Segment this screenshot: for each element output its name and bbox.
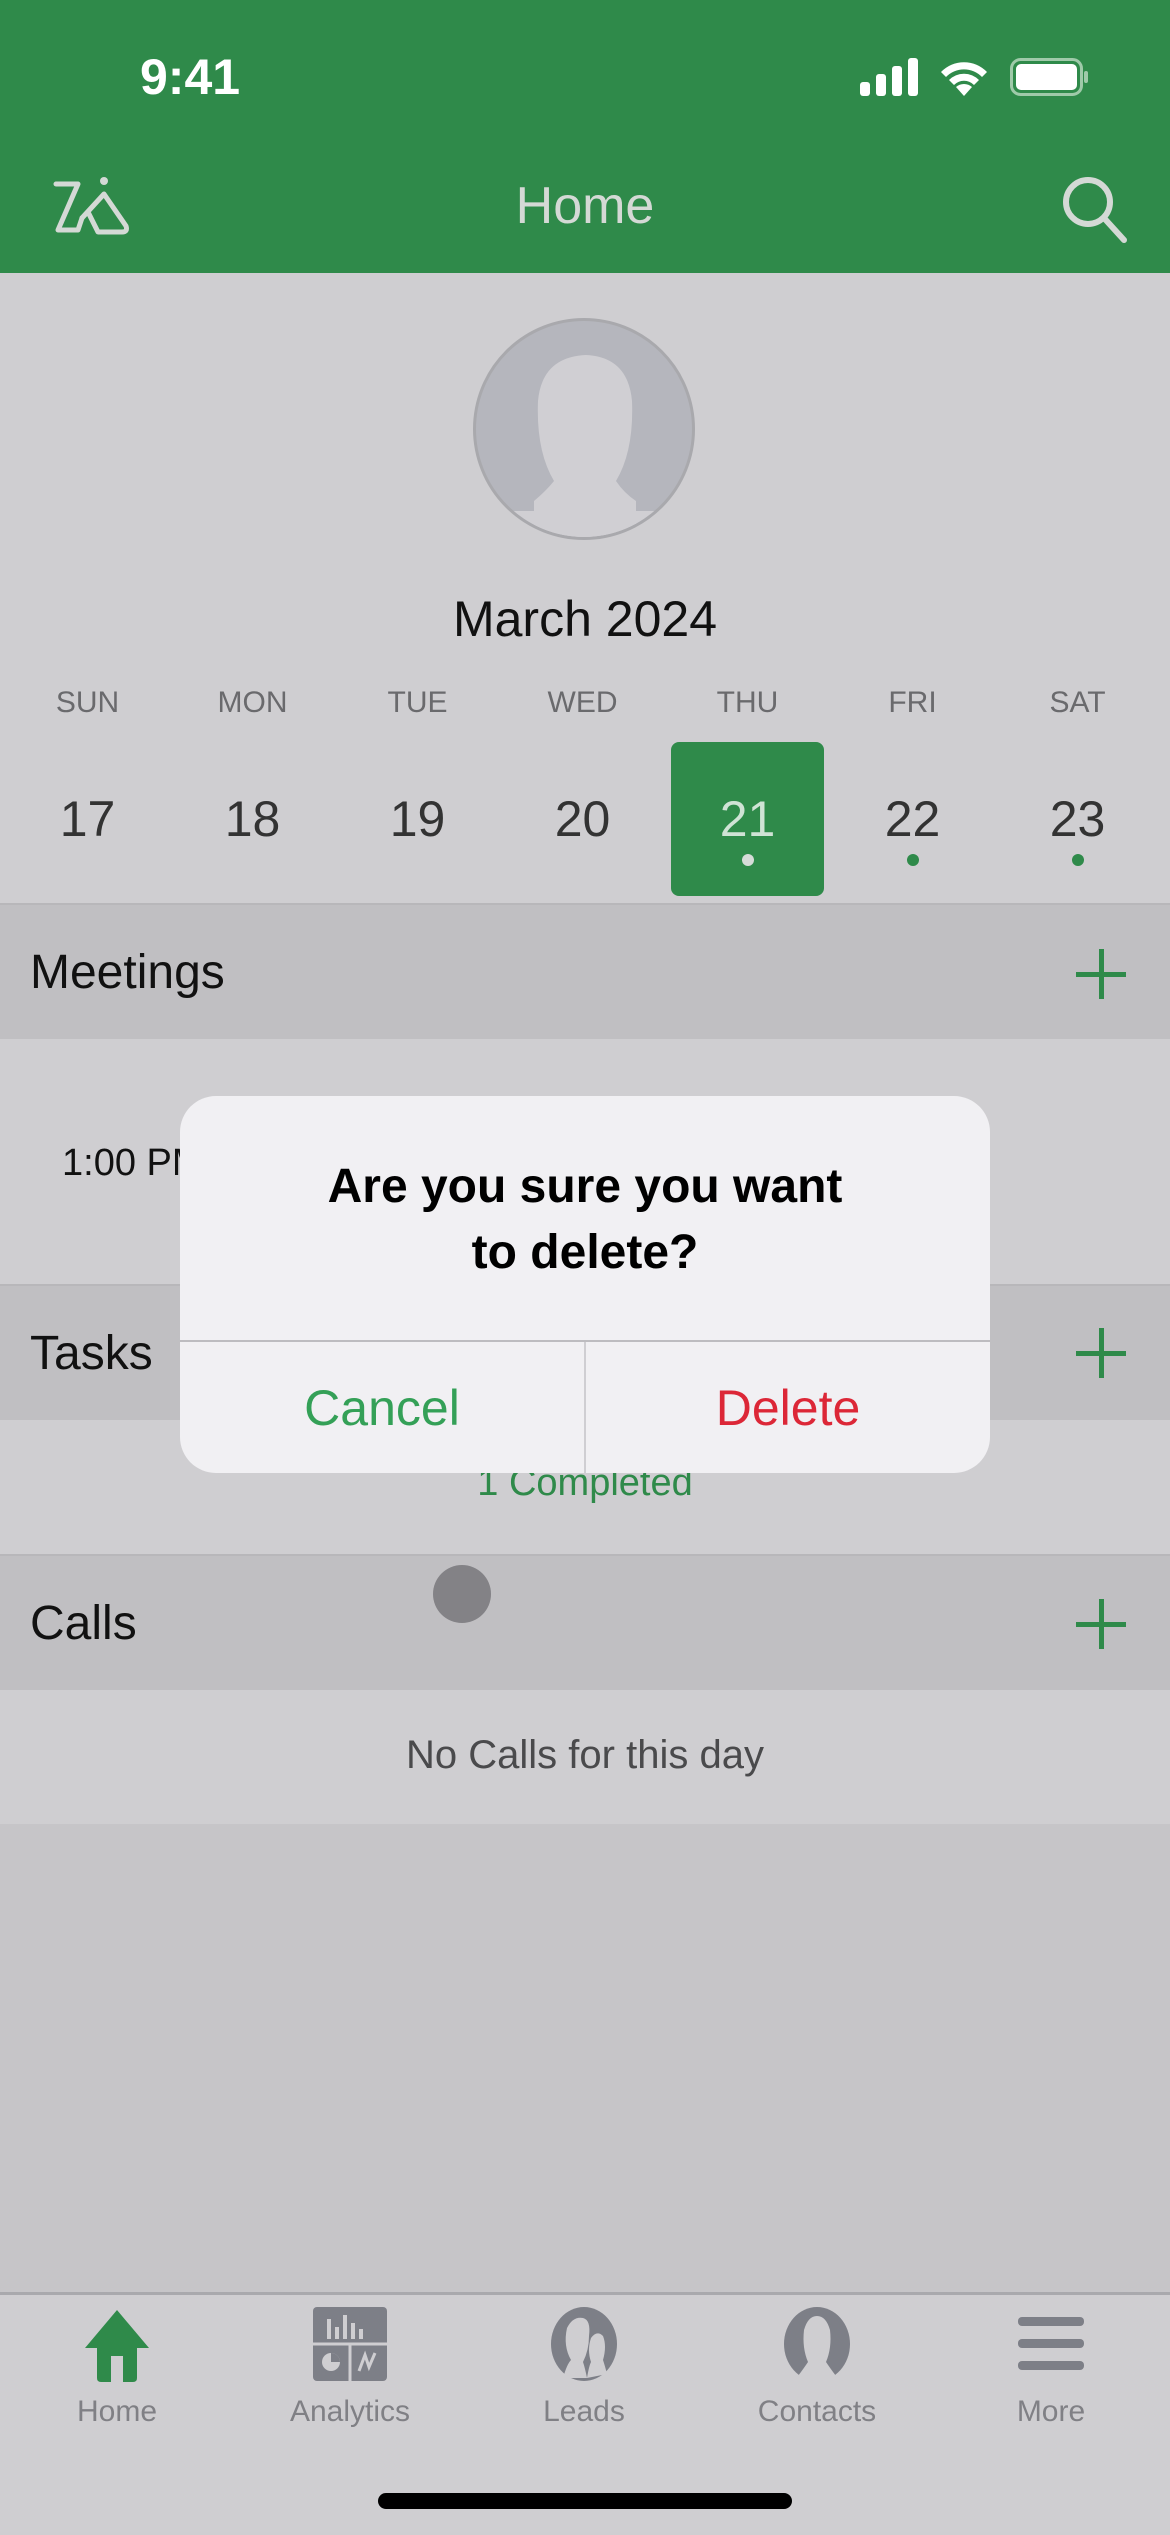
menu-icon: [1018, 2317, 1084, 2370]
tab-contacts[interactable]: Contacts: [700, 2305, 934, 2429]
delete-confirm-dialog: Are you sure you want to delete? Cancel …: [180, 1096, 990, 1473]
weekday-label: MON: [217, 686, 288, 719]
status-time: 9:41: [140, 49, 241, 105]
weekday-row: SUN MON TUE WED THU FRI SAT: [0, 686, 1170, 720]
battery-icon: [1010, 58, 1088, 96]
contacts-icon: [784, 2307, 850, 2382]
date-number: 22: [884, 791, 941, 847]
calls-section-header: [0, 1554, 1170, 1690]
weekday-label: FRI: [888, 686, 937, 719]
date-number: 23: [1049, 791, 1106, 847]
tab-leads[interactable]: Leads: [467, 2305, 701, 2429]
cancel-button[interactable]: Cancel: [180, 1342, 584, 1473]
status-icons: [860, 58, 1090, 96]
weekday-label: SUN: [55, 686, 120, 719]
date-cell-selected[interactable]: 21: [671, 742, 824, 896]
weekday-label: TUE: [387, 686, 448, 719]
month-label: March 2024: [452, 591, 718, 647]
tasks-title: Tasks: [30, 1327, 153, 1380]
weekday-label: WED: [547, 686, 618, 719]
tab-label: Analytics: [289, 2395, 411, 2428]
date-cell[interactable]: 19: [335, 742, 500, 896]
add-call-button[interactable]: [1076, 1599, 1126, 1649]
date-cell[interactable]: 20: [500, 742, 665, 896]
calls-empty-text: No Calls for this day: [406, 1733, 764, 1777]
date-number: 21: [719, 791, 776, 847]
home-icon: [85, 2310, 149, 2382]
touch-indicator: [433, 1565, 491, 1623]
date-number: 18: [224, 791, 281, 847]
person-silhouette-icon: [506, 355, 666, 537]
avatar[interactable]: [473, 318, 695, 540]
date-row: 17 18 19 20 21 22 23: [0, 742, 1170, 896]
leads-icon: [551, 2307, 617, 2381]
date-cell[interactable]: 22: [830, 742, 995, 896]
tab-home[interactable]: Home: [0, 2305, 234, 2429]
analytics-icon: [313, 2307, 387, 2381]
delete-button[interactable]: Delete: [586, 1342, 990, 1473]
tab-label: Leads: [543, 2395, 625, 2428]
search-icon[interactable]: [1060, 174, 1130, 244]
event-dot: [906, 854, 919, 866]
date-cell[interactable]: 17: [5, 742, 170, 896]
wifi-icon: [941, 62, 987, 96]
date-number: 20: [554, 791, 611, 847]
tab-label: Contacts: [757, 2395, 877, 2428]
event-dot: [741, 854, 754, 866]
tab-analytics[interactable]: Analytics: [233, 2305, 467, 2429]
tab-label: More: [1016, 2395, 1086, 2428]
dialog-message: Are you sure you want to delete?: [327, 1160, 843, 1279]
tab-more[interactable]: More: [934, 2305, 1168, 2429]
date-cell[interactable]: 23: [995, 742, 1160, 896]
calls-title: Calls: [30, 1597, 137, 1650]
add-meeting-button[interactable]: [1076, 949, 1126, 999]
add-task-button[interactable]: [1076, 1328, 1126, 1378]
date-cell[interactable]: 18: [170, 742, 335, 896]
date-number: 19: [389, 791, 446, 847]
signal-icon: [860, 58, 918, 96]
date-number: 17: [59, 791, 116, 847]
weekday-label: THU: [716, 686, 779, 719]
home-indicator[interactable]: [378, 2493, 792, 2509]
event-dot: [1071, 854, 1084, 866]
weekday-label: SAT: [1049, 686, 1106, 719]
page-title: Home: [515, 177, 655, 235]
meetings-title: Meetings: [30, 946, 225, 999]
tab-label: Home: [76, 2395, 158, 2428]
